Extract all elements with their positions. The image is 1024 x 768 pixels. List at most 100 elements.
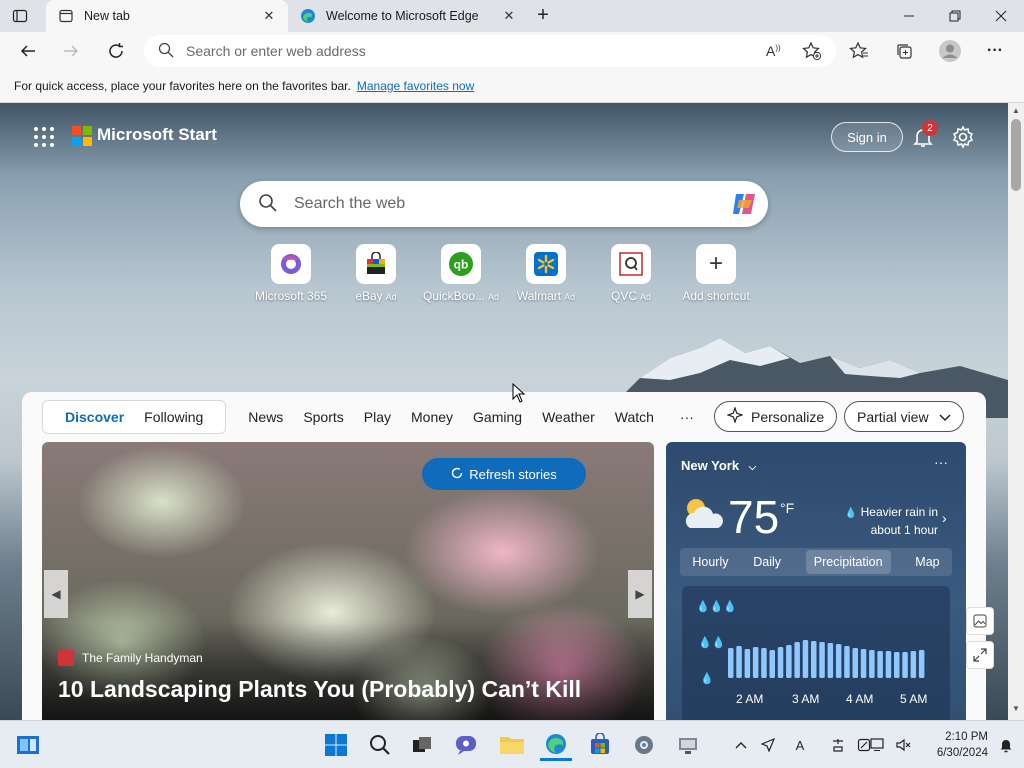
weather-tab-hourly[interactable]: Hourly xyxy=(692,555,728,569)
precipitation-bar xyxy=(811,641,817,678)
close-tab-icon[interactable]: ✕ xyxy=(260,7,278,25)
settings-more-button[interactable]: ··· xyxy=(980,36,1010,66)
edge-taskbar-icon[interactable] xyxy=(540,729,572,761)
shortcut-quickbooks[interactable]: qb QuickBoo... Ad xyxy=(418,244,504,303)
weather-location[interactable]: New York ⌵ xyxy=(681,458,756,473)
weather-card[interactable]: New York ⌵ ··· 75 °F 💧 Heavier rain in a… xyxy=(666,442,966,720)
view-mode-dropdown[interactable]: Partial view xyxy=(844,401,964,432)
web-search-box[interactable] xyxy=(240,181,768,227)
ad-label: Ad xyxy=(640,292,652,302)
task-view-icon[interactable] xyxy=(406,729,438,761)
forward-button[interactable] xyxy=(56,36,86,66)
apps-launcher-icon[interactable] xyxy=(34,127,54,147)
sign-in-button[interactable]: Sign in xyxy=(831,122,903,152)
chat-icon[interactable] xyxy=(450,729,482,761)
tab-welcome[interactable]: Welcome to Microsoft Edge ✕ xyxy=(288,0,528,32)
light-rain-level-icon: 💧 xyxy=(700,672,714,685)
nav-more-button[interactable]: ··· xyxy=(670,409,704,425)
tab-new-tab[interactable]: New tab ✕ xyxy=(46,0,288,32)
story-title[interactable]: 10 Landscaping Plants You (Probably) Can… xyxy=(58,676,581,703)
shortcut-add[interactable]: + Add shortcut xyxy=(673,244,759,303)
widgets-icon[interactable] xyxy=(12,729,44,761)
shortcut-ebay[interactable]: eBay Ad xyxy=(333,244,419,303)
page-settings-gear-icon[interactable] xyxy=(951,125,975,149)
chevron-right-icon[interactable]: › xyxy=(942,510,947,526)
address-input[interactable] xyxy=(186,43,746,59)
nav-weather[interactable]: Weather xyxy=(532,409,605,425)
page-scrollbar[interactable]: ▲ ▼ xyxy=(1008,103,1024,720)
precipitation-bar xyxy=(910,651,917,678)
scrollbar-thumb[interactable] xyxy=(1011,119,1021,191)
collections-button[interactable] xyxy=(889,36,919,66)
carousel-next-button[interactable]: ▶ xyxy=(628,570,652,618)
nav-news[interactable]: News xyxy=(238,409,293,425)
nav-gaming[interactable]: Gaming xyxy=(463,409,532,425)
location-arrow-icon[interactable] xyxy=(758,735,778,755)
notification-count-badge: 2 xyxy=(922,120,938,136)
ad-label: Ad xyxy=(385,292,397,302)
close-window-button[interactable] xyxy=(978,0,1024,32)
address-bar[interactable]: A)) xyxy=(144,35,836,67)
brand-title[interactable]: Microsoft Start xyxy=(97,125,217,145)
weather-more-icon[interactable]: ··· xyxy=(934,454,948,470)
web-search-input[interactable] xyxy=(294,195,714,213)
add-favorite-icon[interactable] xyxy=(802,41,822,64)
close-tab-icon[interactable]: ✕ xyxy=(500,7,518,25)
tab-actions-icon[interactable] xyxy=(12,8,28,24)
precipitation-bar xyxy=(902,652,908,678)
read-aloud-icon[interactable]: A)) xyxy=(766,43,781,59)
favorites-button[interactable] xyxy=(844,36,874,66)
system-clock[interactable]: 2:10 PM 6/30/2024 xyxy=(918,729,988,761)
plus-icon: + xyxy=(696,244,736,284)
precipitation-bar xyxy=(819,642,825,678)
scroll-up-icon[interactable]: ▲ xyxy=(1012,106,1020,115)
shortcut-walmart[interactable]: Walmart Ad xyxy=(503,244,589,303)
manage-favorites-link[interactable]: Manage favorites now xyxy=(357,79,474,93)
precipitation-bar xyxy=(802,640,809,678)
weather-alert[interactable]: 💧 Heavier rain in about 1 hour xyxy=(812,504,938,538)
personalize-button[interactable]: Personalize xyxy=(714,401,838,432)
shortcut-microsoft-365[interactable]: Microsoft 365 xyxy=(248,244,334,303)
show-hidden-icons-chevron-up-icon[interactable] xyxy=(731,735,751,755)
carousel-prev-button[interactable]: ◀ xyxy=(44,570,68,618)
nav-sports[interactable]: Sports xyxy=(293,409,353,425)
search-icon[interactable] xyxy=(364,729,396,761)
weather-tab-map[interactable]: Map xyxy=(915,555,939,569)
expand-icon[interactable] xyxy=(966,641,994,669)
remote-desktop-icon[interactable] xyxy=(672,729,704,761)
refresh-stories-label: Refresh stories xyxy=(469,466,557,482)
network-monitor-icon[interactable] xyxy=(868,735,888,755)
notification-center-icon[interactable] xyxy=(996,735,1016,755)
ad-label: Ad xyxy=(488,292,500,302)
minimize-button[interactable] xyxy=(886,0,932,32)
tab-following[interactable]: Following xyxy=(134,409,213,425)
input-language-icon[interactable]: A xyxy=(790,735,810,755)
shortcut-qvc[interactable]: QVC Ad xyxy=(588,244,674,303)
weather-tab-precipitation[interactable]: Precipitation xyxy=(805,550,891,574)
start-windows-icon[interactable] xyxy=(320,729,352,761)
refresh-button[interactable] xyxy=(101,36,131,66)
microsoft-store-icon[interactable] xyxy=(584,729,616,761)
copilot-icon[interactable] xyxy=(730,191,758,217)
weather-tab-daily[interactable]: Daily xyxy=(753,555,781,569)
scroll-down-icon[interactable]: ▼ xyxy=(1012,704,1020,713)
volume-muted-icon[interactable] xyxy=(894,735,914,755)
file-explorer-icon[interactable] xyxy=(496,729,528,761)
settings-gear-icon[interactable] xyxy=(628,729,660,761)
nav-watch[interactable]: Watch xyxy=(605,409,664,425)
refresh-stories-button[interactable]: Refresh stories xyxy=(422,458,586,490)
chevron-down-icon: ⌵ xyxy=(748,462,757,473)
ime-mode-icon[interactable] xyxy=(828,735,848,755)
precipitation-bar xyxy=(827,643,834,678)
back-button[interactable] xyxy=(13,36,43,66)
temperature-unit: °F xyxy=(780,500,795,516)
new-tab-button[interactable]: + xyxy=(532,5,554,26)
restore-button[interactable] xyxy=(932,0,978,32)
hero-story-card[interactable]: Refresh stories ◀ ▶ The Family Handyman … xyxy=(42,442,654,720)
nav-play[interactable]: Play xyxy=(354,409,401,425)
nav-money[interactable]: Money xyxy=(401,409,463,425)
precipitation-bar xyxy=(769,650,775,678)
tab-discover[interactable]: Discover xyxy=(55,409,134,425)
profile-avatar[interactable] xyxy=(935,36,965,66)
background-image-icon[interactable] xyxy=(966,607,994,635)
